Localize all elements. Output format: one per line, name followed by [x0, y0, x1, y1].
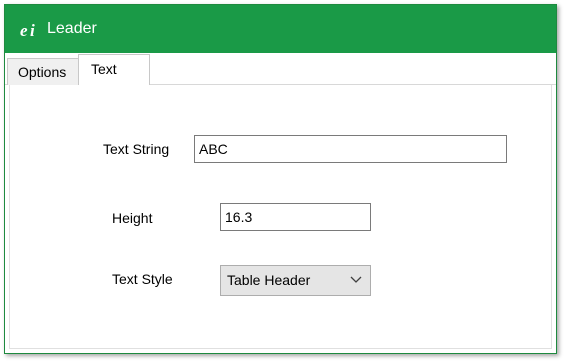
text-tab-panel: Text String ABC Height 16.3 Text Style T… — [9, 85, 552, 349]
title-bar: e i Leader — [5, 5, 556, 53]
ei-logo-icon: e i — [20, 21, 35, 40]
text-style-selected-value: Table Header — [227, 272, 311, 288]
text-string-input[interactable]: ABC — [194, 135, 507, 163]
tab-strip: Options Text — [5, 53, 556, 86]
tab-text[interactable]: Text — [78, 54, 150, 86]
svg-text:e: e — [20, 21, 28, 40]
window-title: Leader — [47, 20, 97, 37]
text-style-dropdown[interactable]: Table Header — [220, 265, 371, 296]
text-string-label: Text String — [103, 141, 170, 157]
text-style-label: Text Style — [112, 271, 173, 287]
height-label: Height — [112, 210, 153, 226]
svg-text:i: i — [30, 21, 35, 40]
chevron-down-icon — [350, 276, 362, 283]
tab-options[interactable]: Options — [7, 58, 79, 85]
height-input[interactable]: 16.3 — [220, 203, 371, 231]
leader-dialog: e i Leader Options Text Text String ABC … — [4, 4, 557, 354]
